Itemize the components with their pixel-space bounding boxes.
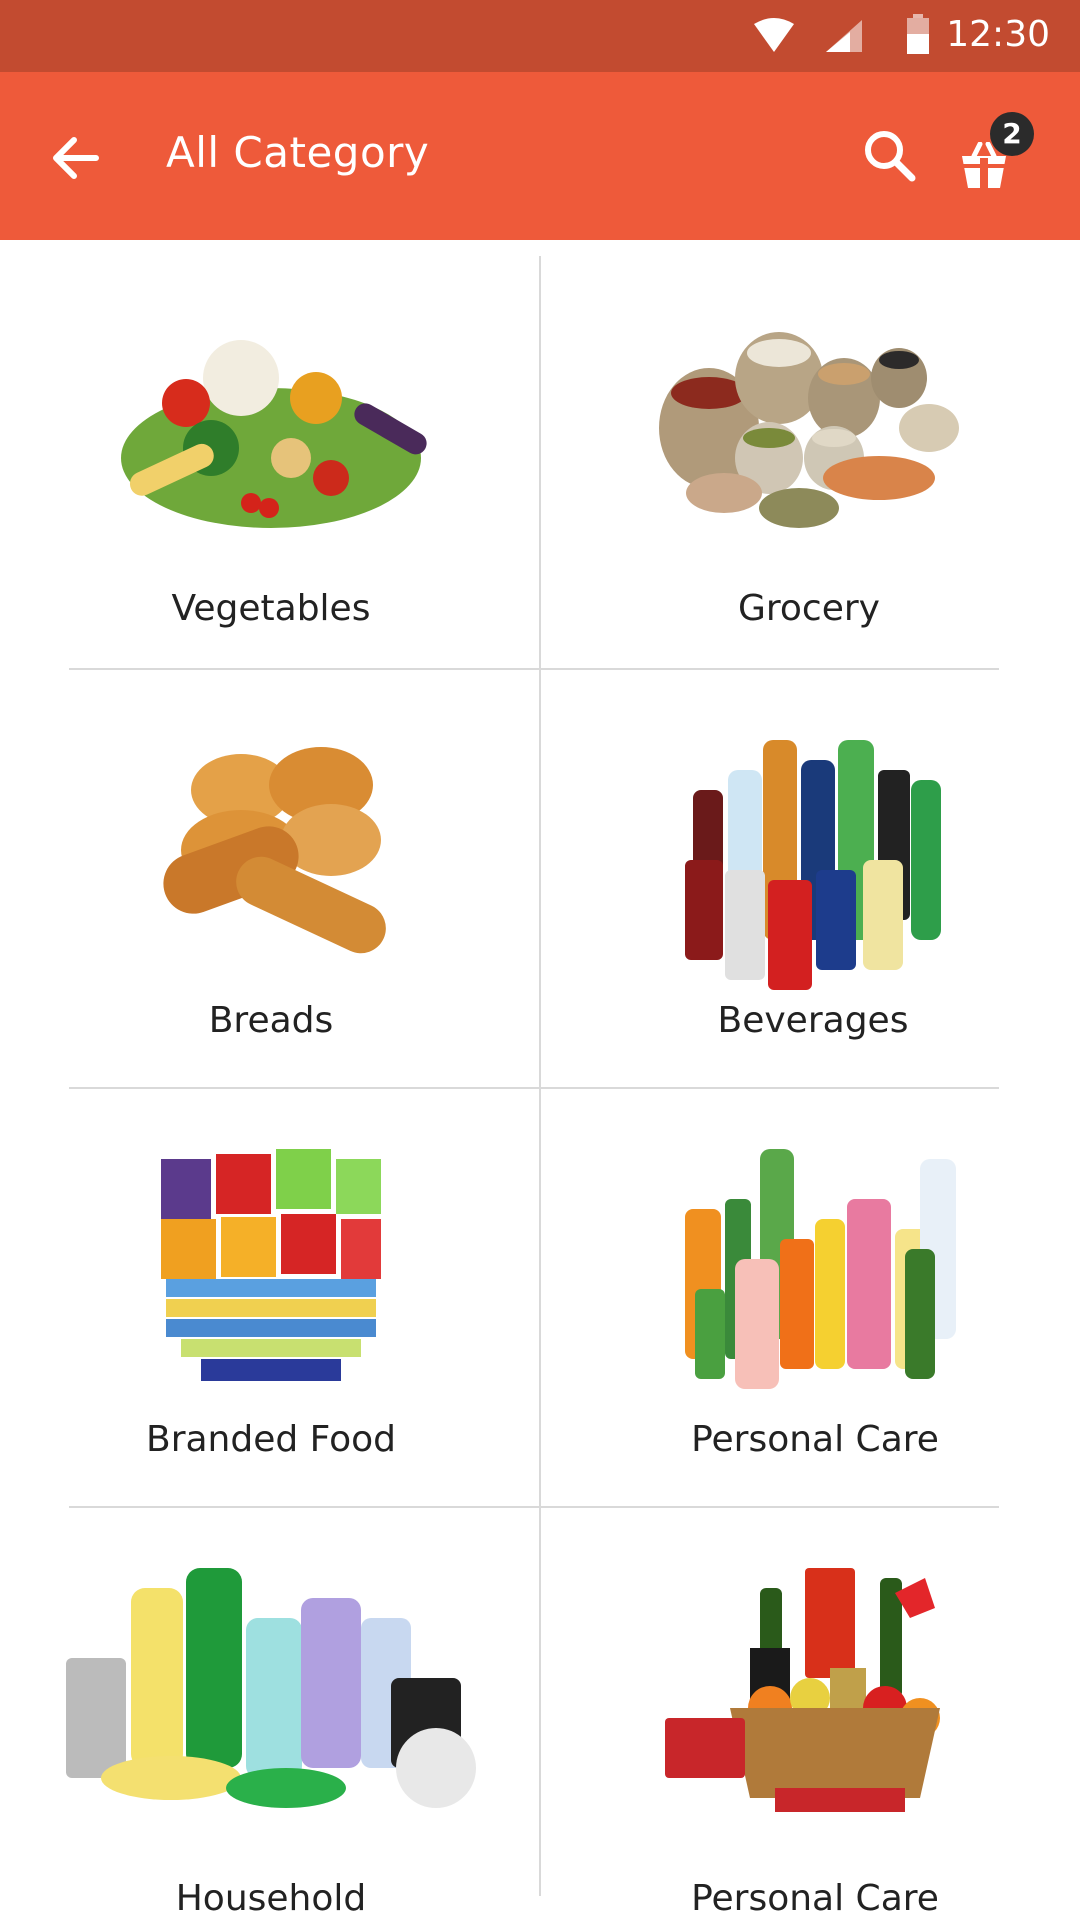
page-title: All Category bbox=[166, 128, 430, 177]
category-beverages[interactable]: Beverages bbox=[578, 670, 1048, 1088]
wifi-icon bbox=[754, 18, 794, 52]
beverages-image bbox=[685, 740, 941, 990]
category-label: Vegetables bbox=[171, 588, 371, 629]
signal-icon bbox=[826, 20, 862, 52]
status-bar: 12:30 bbox=[0, 0, 1080, 72]
category-label: Breads bbox=[208, 1000, 334, 1041]
category-label: Branded Food bbox=[146, 1419, 396, 1460]
category-vegetables[interactable]: Vegetables bbox=[36, 258, 506, 676]
grid-vertical-divider bbox=[539, 256, 541, 1896]
category-grocery[interactable]: Grocery bbox=[574, 258, 1044, 676]
search-icon bbox=[865, 131, 916, 182]
back-button[interactable] bbox=[44, 126, 108, 190]
category-label: Household bbox=[175, 1878, 367, 1919]
category-personal-care-2[interactable]: Personal Care bbox=[580, 1508, 1050, 1926]
category-label: Personal Care bbox=[691, 1419, 939, 1460]
gift-basket-image bbox=[665, 1568, 940, 1812]
category-household[interactable]: Household bbox=[36, 1508, 506, 1926]
breads-image bbox=[163, 747, 386, 954]
category-label: Beverages bbox=[717, 1000, 909, 1041]
household-image bbox=[66, 1568, 476, 1808]
category-personal-care[interactable]: Personal Care bbox=[580, 1089, 1050, 1507]
search-button[interactable] bbox=[858, 124, 922, 188]
cart-button[interactable]: 2 bbox=[952, 112, 1052, 202]
back-arrow-icon bbox=[53, 137, 99, 179]
category-branded-food[interactable]: Branded Food bbox=[36, 1089, 506, 1507]
battery-icon bbox=[907, 14, 929, 54]
category-label: Personal Care bbox=[691, 1878, 939, 1919]
category-label: Grocery bbox=[738, 588, 880, 629]
vegetables-image bbox=[121, 340, 427, 528]
app-bar: All Category 2 bbox=[0, 72, 1080, 240]
grocery-image bbox=[659, 332, 959, 528]
cart-count-badge: 2 bbox=[990, 112, 1034, 156]
personal-care-image bbox=[685, 1149, 956, 1389]
status-time: 12:30 bbox=[946, 14, 1050, 55]
category-breads[interactable]: Breads bbox=[36, 670, 506, 1088]
branded-food-image bbox=[161, 1149, 381, 1381]
